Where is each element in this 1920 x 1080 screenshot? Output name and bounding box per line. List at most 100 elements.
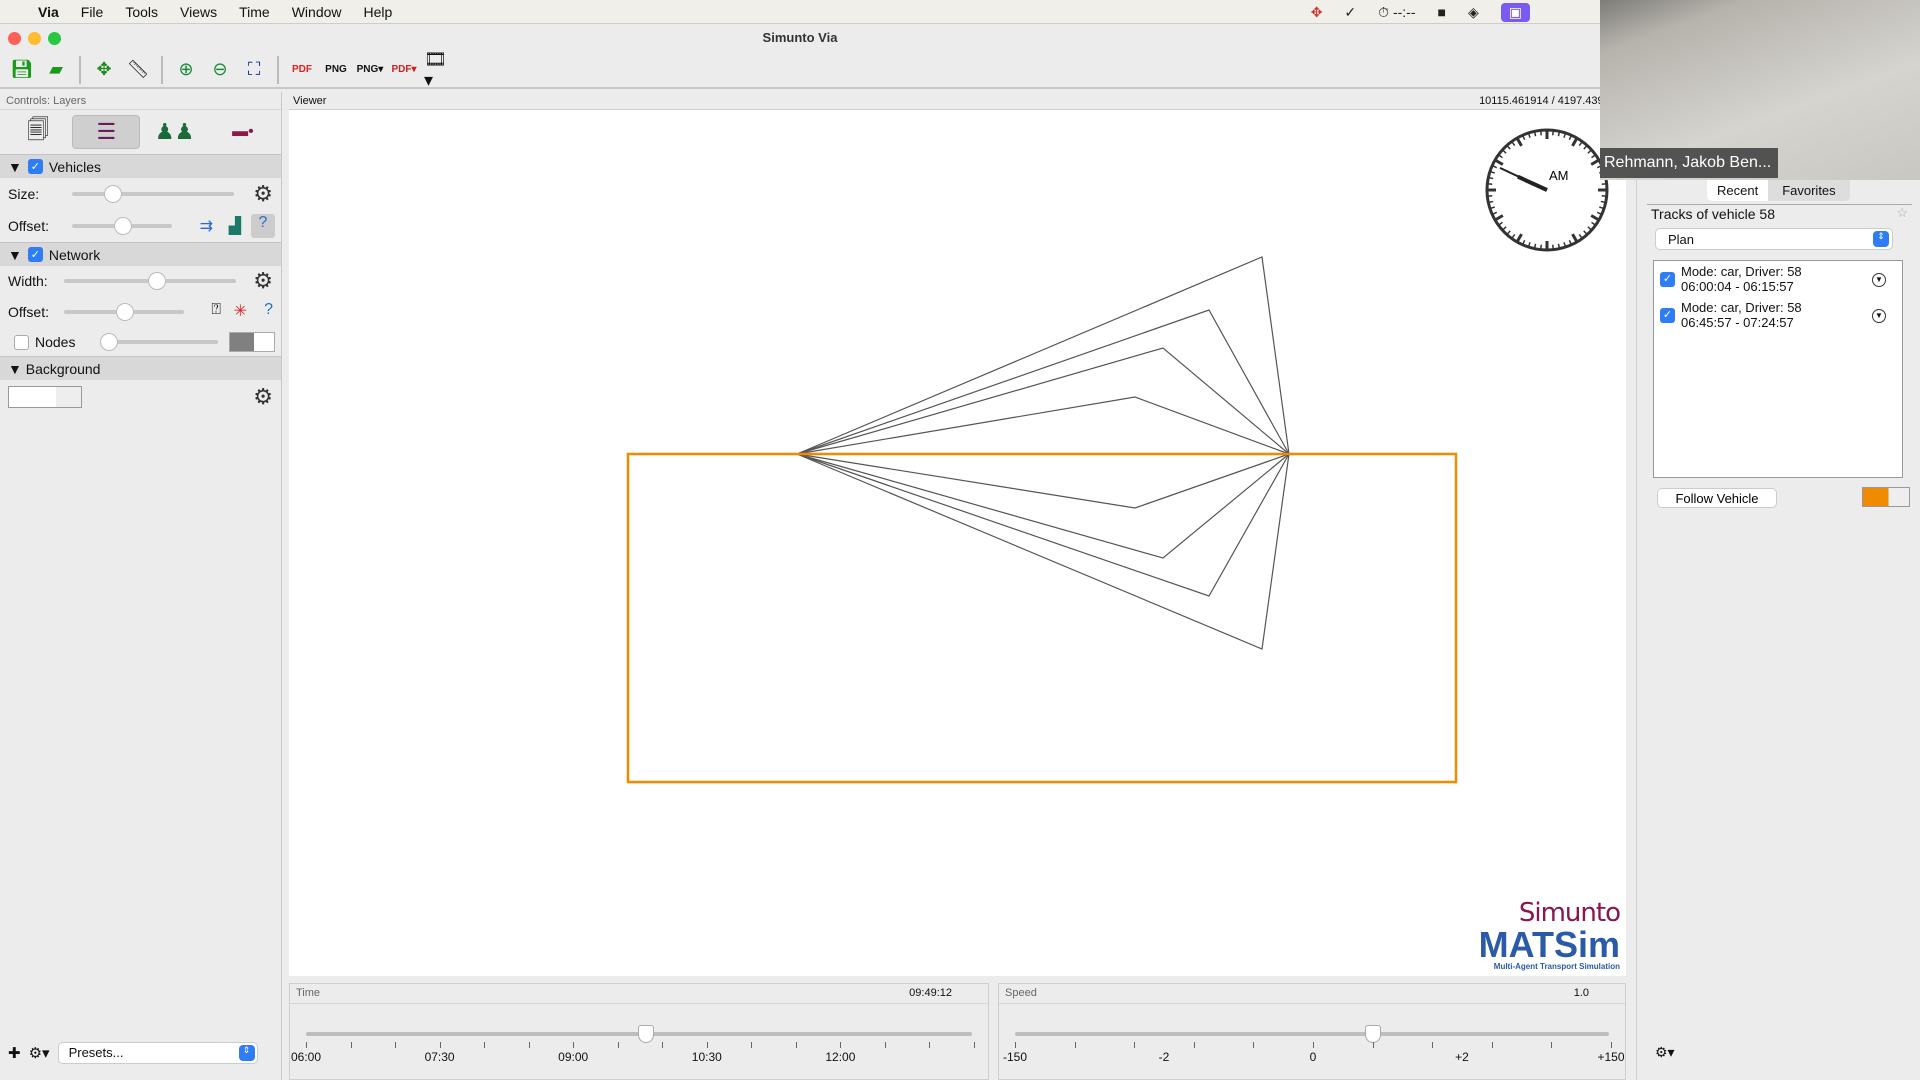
menu-app[interactable]: Via xyxy=(38,4,59,20)
clock-tick[interactable] xyxy=(1600,200,1606,204)
track-checkbox[interactable]: ✓ xyxy=(1660,271,1675,287)
network-link[interactable] xyxy=(796,453,1290,559)
chevron-down-icon[interactable]: ▼ xyxy=(1872,273,1886,287)
background-section[interactable]: ▼ Background xyxy=(0,356,281,380)
node-select-icon[interactable]: ✳ xyxy=(234,301,247,321)
nodes-checkbox[interactable] xyxy=(14,334,29,350)
settings-dropdown-icon[interactable]: ⚙▾ xyxy=(1655,1044,1675,1061)
track-color-picker[interactable] xyxy=(1862,487,1910,507)
map-viewer[interactable]: AM Simunto MATSim Multi-Agent Transport … xyxy=(289,110,1626,976)
vehicles-checkbox[interactable]: ✓ xyxy=(27,159,43,174)
export-pdf-icon[interactable]: PDF xyxy=(288,56,316,84)
gear-icon[interactable]: ⚙ xyxy=(253,181,273,207)
select-vehicle-icon[interactable]: ⇉ xyxy=(200,216,213,236)
slider-tick xyxy=(306,1042,307,1048)
clock-tick[interactable] xyxy=(1488,176,1494,180)
network-checkbox[interactable]: ✓ xyxy=(27,247,43,262)
checkmark-icon[interactable]: ✓ xyxy=(1344,4,1356,21)
node-color-picker[interactable] xyxy=(229,332,275,352)
network-link[interactable] xyxy=(796,256,1290,455)
background-label: Background xyxy=(25,360,101,377)
menu-time[interactable]: Time xyxy=(239,4,270,20)
export-png-pdf-icon[interactable]: PDF▾ xyxy=(390,56,418,84)
help-icon[interactable]: ? xyxy=(264,301,273,319)
network-link[interactable] xyxy=(796,347,1290,455)
network-canvas[interactable]: AM xyxy=(289,110,1626,976)
network-width-slider[interactable] xyxy=(64,272,236,290)
selected-vehicle-track[interactable] xyxy=(626,452,1458,784)
menu-window[interactable]: Window xyxy=(292,4,342,20)
network-link[interactable] xyxy=(796,453,1290,509)
nodes-slider[interactable] xyxy=(100,333,218,351)
tab-data-icon[interactable]: 🗐 xyxy=(4,115,72,149)
list-item[interactable]: ✓ Mode: car, Driver: 58 06:45:57 - 07:24:5… xyxy=(1654,297,1902,333)
tab-agents-icon[interactable]: ♟♟ xyxy=(141,115,209,149)
ruler-icon[interactable]: 📏︎ xyxy=(124,56,152,84)
clock-tick[interactable] xyxy=(1557,243,1561,249)
clock-tick[interactable] xyxy=(1487,182,1493,185)
open-folder-icon[interactable]: ▰ xyxy=(42,56,70,84)
chart-icon[interactable]: ▟ xyxy=(229,216,241,236)
speed-slider-knob[interactable] xyxy=(1364,1025,1381,1043)
terminal-icon[interactable]: ■ xyxy=(1438,4,1446,20)
close-button[interactable] xyxy=(8,32,21,45)
clock-tick[interactable] xyxy=(1533,243,1537,249)
help-icon[interactable]: ? xyxy=(251,214,275,238)
zoom-in-icon[interactable]: ⊕ xyxy=(172,56,200,84)
add-icon[interactable]: ✚ xyxy=(8,1044,21,1062)
record-movie-icon[interactable]: 🎞︎▾ xyxy=(424,49,452,90)
menu-help[interactable]: Help xyxy=(364,4,393,20)
vehicle-offset-slider[interactable] xyxy=(72,217,172,235)
clock-tick[interactable] xyxy=(1487,195,1493,198)
track-checkbox[interactable]: ✓ xyxy=(1660,307,1675,323)
zoom-out-icon[interactable]: ⊖ xyxy=(206,56,234,84)
clock-tick[interactable] xyxy=(1552,130,1555,136)
link-query-icon[interactable]: ⍰ xyxy=(211,301,221,319)
menu-tools[interactable]: Tools xyxy=(125,4,158,20)
clock-tick[interactable] xyxy=(1539,130,1542,136)
slider-tick xyxy=(484,1042,486,1048)
chevron-down-icon[interactable]: ▼ xyxy=(1872,309,1886,323)
rotation-icon[interactable]: ◈ xyxy=(1468,4,1479,21)
menu-views[interactable]: Views xyxy=(180,4,217,20)
network-link[interactable] xyxy=(796,453,1290,650)
save-icon[interactable]: 💾︎ xyxy=(8,56,36,84)
gear-icon[interactable]: ⚙ xyxy=(253,268,273,294)
export-png-icon[interactable]: PNG xyxy=(322,56,350,84)
clock-tick[interactable] xyxy=(1539,244,1542,250)
clock-tick[interactable] xyxy=(1557,131,1561,137)
maximize-button[interactable] xyxy=(48,32,61,45)
presets-select[interactable]: Presets... ⇕ xyxy=(57,1042,258,1064)
dropbox-icon[interactable]: ✥ xyxy=(1311,4,1323,21)
tab-favorites[interactable]: Favorites xyxy=(1768,180,1850,201)
clock-tick[interactable] xyxy=(1552,244,1555,250)
time-slider-knob[interactable] xyxy=(638,1025,655,1043)
menu-file[interactable]: File xyxy=(81,4,104,20)
clock-tick[interactable] xyxy=(1533,131,1537,137)
zoom-fit-icon[interactable]: ⛶ xyxy=(240,56,268,84)
plan-select[interactable]: Plan ⇕ xyxy=(1655,228,1893,250)
gear-icon[interactable]: ⚙ xyxy=(253,384,273,410)
screen-share-icon[interactable]: ▣ xyxy=(1500,2,1530,22)
move-icon[interactable]: ✥ xyxy=(90,56,118,84)
tab-recent[interactable]: Recent xyxy=(1707,180,1769,201)
vehicles-section[interactable]: ▼ ✓ Vehicles xyxy=(0,154,281,178)
speed-slider[interactable] xyxy=(1015,1032,1609,1036)
star-icon[interactable]: ☆ xyxy=(1896,205,1908,221)
follow-vehicle-button[interactable]: Follow Vehicle xyxy=(1657,488,1777,508)
network-section[interactable]: ▼ ✓ Network xyxy=(0,242,281,266)
network-link[interactable] xyxy=(796,396,1290,455)
network-offset-slider[interactable] xyxy=(64,303,184,321)
list-item[interactable]: ✓ Mode: car, Driver: 58 06:00:04 - 06:15:5… xyxy=(1654,261,1902,297)
timer-icon[interactable]: ⏱ --:-- xyxy=(1378,4,1415,21)
tab-layers-icon[interactable]: ☰ xyxy=(72,115,141,149)
settings-dropdown-icon[interactable]: ⚙▾ xyxy=(29,1044,50,1062)
export-png-series-icon[interactable]: PNG▾ xyxy=(356,56,384,84)
vehicle-size-slider[interactable] xyxy=(72,185,234,203)
tab-misc-icon[interactable]: ▬• xyxy=(209,115,277,149)
clock-tick[interactable] xyxy=(1601,182,1607,185)
background-color-picker[interactable] xyxy=(8,386,82,408)
minimize-button[interactable] xyxy=(28,32,41,45)
clock-tick[interactable] xyxy=(1601,195,1607,198)
clock-tick[interactable] xyxy=(1488,200,1494,204)
